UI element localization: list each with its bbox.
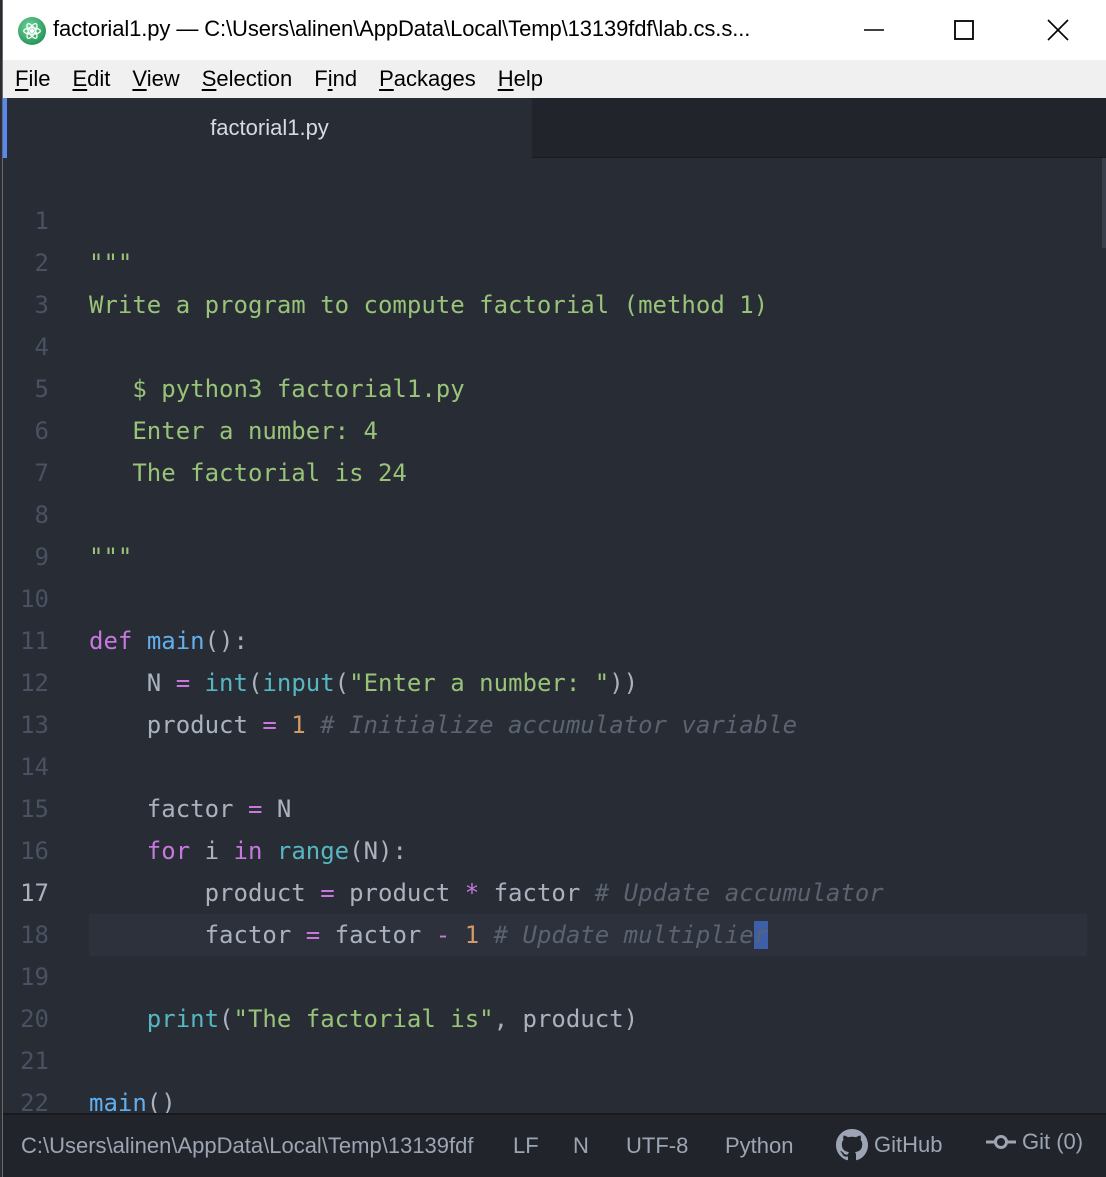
function-token: main (89, 1089, 147, 1113)
code-line[interactable]: 13 (3, 662, 1106, 739)
menu-accel: F (15, 66, 29, 91)
menu-accel: H (497, 66, 514, 91)
github-icon (836, 1129, 868, 1161)
vertical-scrollbar[interactable] (1102, 158, 1106, 1113)
code-line[interactable]: 15 for i in range(N): (3, 746, 1106, 865)
menu-file[interactable]: File (15, 66, 50, 92)
maximize-button[interactable] (919, 0, 1009, 60)
tab-factorial1-py[interactable]: factorial1.py (3, 98, 532, 158)
menu-view[interactable]: View (132, 66, 179, 92)
status-indicator[interactable]: N (573, 1133, 589, 1159)
menu-label: nd (332, 66, 358, 91)
menu-accel: S (201, 66, 217, 91)
code-line[interactable]: 2 Write a program to compute factorial (… (3, 200, 1106, 319)
close-button[interactable] (1013, 0, 1103, 60)
code-line[interactable]: 9 (3, 494, 1106, 571)
menu-label: ackages (393, 66, 476, 91)
code-line[interactable]: 22 (3, 1040, 1106, 1113)
menu-edit[interactable]: Edit (72, 66, 110, 92)
git-label: Git (0) (1022, 1129, 1084, 1154)
code-line[interactable]: 4 $ python3 factorial1.py (3, 284, 1106, 403)
minimize-icon (864, 29, 884, 31)
window-title: factorial1.py — C:\Users\alinen\AppData\… (53, 16, 751, 41)
code-line[interactable]: 12 product = 1 # Initialize accumulator … (3, 620, 1106, 739)
menu-bar: File Edit View Selection Find Packages H… (3, 60, 1106, 98)
code-editor[interactable]: 1 """ 2 Write a program to compute facto… (3, 158, 1106, 1113)
code-line[interactable]: 7 (3, 410, 1106, 487)
menu-accel: V (132, 66, 147, 91)
tab-title: factorial1.py (210, 115, 329, 140)
status-grammar[interactable]: Python (725, 1133, 794, 1159)
code-line[interactable]: 19 print("The factorial is", product) (3, 914, 1106, 1033)
status-encoding[interactable]: UTF-8 (626, 1133, 688, 1159)
menu-label: elp (513, 66, 543, 91)
atom-icon (18, 17, 46, 45)
minimize-button[interactable] (829, 0, 919, 60)
code-line[interactable]: 10 def main(): (3, 536, 1106, 655)
menu-label: dit (87, 66, 111, 91)
code-line[interactable]: 8 """ (3, 452, 1106, 571)
menu-accel: E (72, 66, 88, 91)
menu-label: F (314, 66, 328, 91)
code-line[interactable]: 1 """ (3, 158, 1106, 277)
github-label: GitHub (874, 1132, 943, 1157)
status-github-button[interactable]: GitHub (836, 1129, 942, 1161)
code-line[interactable]: 21 main() (3, 998, 1106, 1113)
menu-help[interactable]: Help (498, 66, 543, 92)
menu-label: election (216, 66, 293, 91)
menu-accel: P (379, 66, 394, 91)
status-file-path[interactable]: C:\Users\alinen\AppData\Local\Temp\13139… (21, 1133, 476, 1159)
menu-label: iew (146, 66, 180, 91)
menu-packages[interactable]: Packages (379, 66, 476, 92)
code-line[interactable]: 14 factor = N (3, 704, 1106, 823)
menu-label: ile (28, 66, 51, 91)
maximize-icon (954, 20, 974, 40)
close-icon (1047, 19, 1069, 41)
menu-find[interactable]: Find (314, 66, 357, 92)
line-content: main() (89, 1082, 1087, 1113)
code-line[interactable]: 18 (3, 872, 1106, 949)
status-line-ending[interactable]: LF (513, 1133, 539, 1159)
title-bar: factorial1.py — C:\Users\alinen\AppData\… (3, 0, 1106, 60)
tab-bar: factorial1.py (3, 98, 1106, 158)
git-commit-icon (986, 1135, 1016, 1149)
code-line[interactable]: 20 (3, 956, 1106, 1033)
status-git-button[interactable]: Git (0) (986, 1129, 1083, 1155)
tab-bar-empty-area[interactable] (532, 98, 1106, 158)
atom-editor-window: factorial1.py — C:\Users\alinen\AppData\… (2, 0, 1106, 1177)
line-number: 22 (20, 1089, 49, 1113)
code-line[interactable]: 5 Enter a number: 4 (3, 326, 1106, 445)
code-line[interactable]: 16 product = product * factor # Update a… (3, 788, 1106, 907)
code-line[interactable]: 6 The factorial is 24 (3, 368, 1106, 487)
menu-selection[interactable]: Selection (202, 66, 293, 92)
scrollbar-thumb[interactable] (1102, 158, 1106, 248)
code-line[interactable]: 11 N = int(input("Enter a number: ")) (3, 578, 1106, 697)
code-line-active[interactable]: 17 factor = factor - 1 # Update multipli… (3, 830, 1106, 956)
status-bar: C:\Users\alinen\AppData\Local\Temp\13139… (3, 1113, 1106, 1177)
code-line[interactable]: 3 (3, 242, 1106, 319)
